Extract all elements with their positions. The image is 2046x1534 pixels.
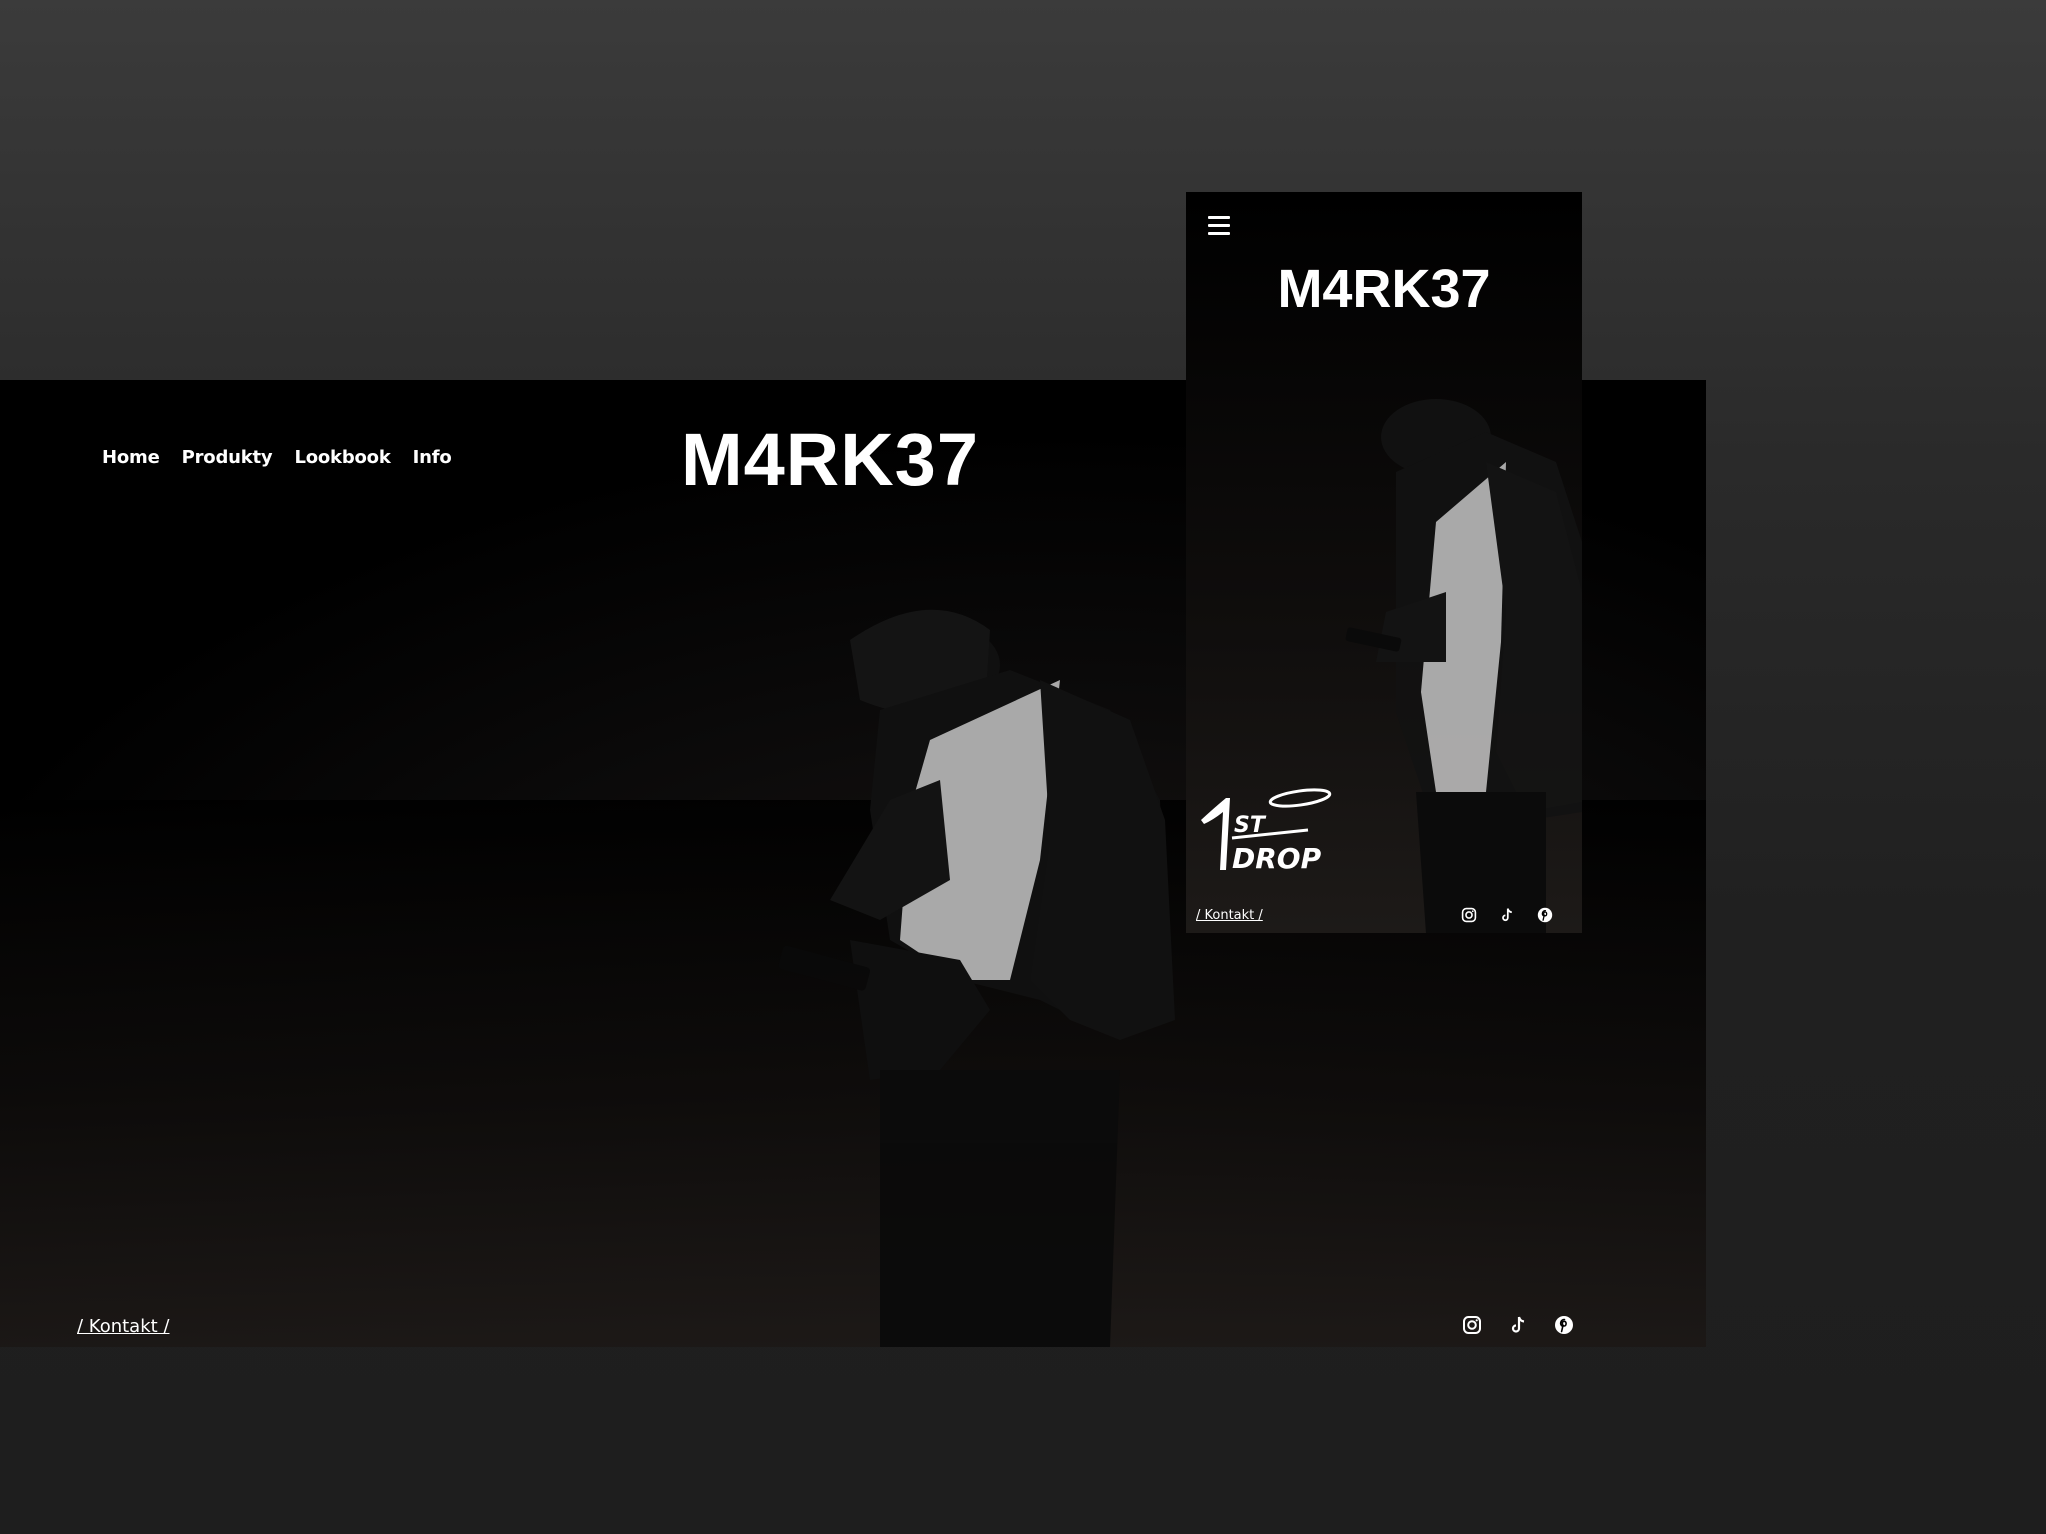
first-drop-logo: ST DROP: [1201, 788, 1332, 875]
tiktok-icon[interactable]: [1499, 907, 1515, 927]
instagram-icon[interactable]: [1461, 907, 1477, 927]
mobile-mockup: M4RK37 ST DROP / Kontakt /: [1186, 192, 1582, 933]
mobile-brand-title[interactable]: M4RK37: [1186, 258, 1582, 320]
hamburger-menu-icon[interactable]: [1208, 216, 1230, 240]
tiktok-icon[interactable]: [1508, 1315, 1528, 1339]
pinterest-icon[interactable]: [1554, 1315, 1574, 1339]
mobile-social-links: [1461, 907, 1553, 927]
svg-text:DROP: DROP: [1232, 842, 1322, 875]
mobile-contact-link[interactable]: / Kontakt /: [1196, 908, 1263, 923]
contact-link[interactable]: / Kontakt /: [77, 1316, 169, 1337]
social-links: [1462, 1315, 1574, 1339]
instagram-icon[interactable]: [1462, 1315, 1482, 1339]
pinterest-icon[interactable]: [1537, 907, 1553, 927]
